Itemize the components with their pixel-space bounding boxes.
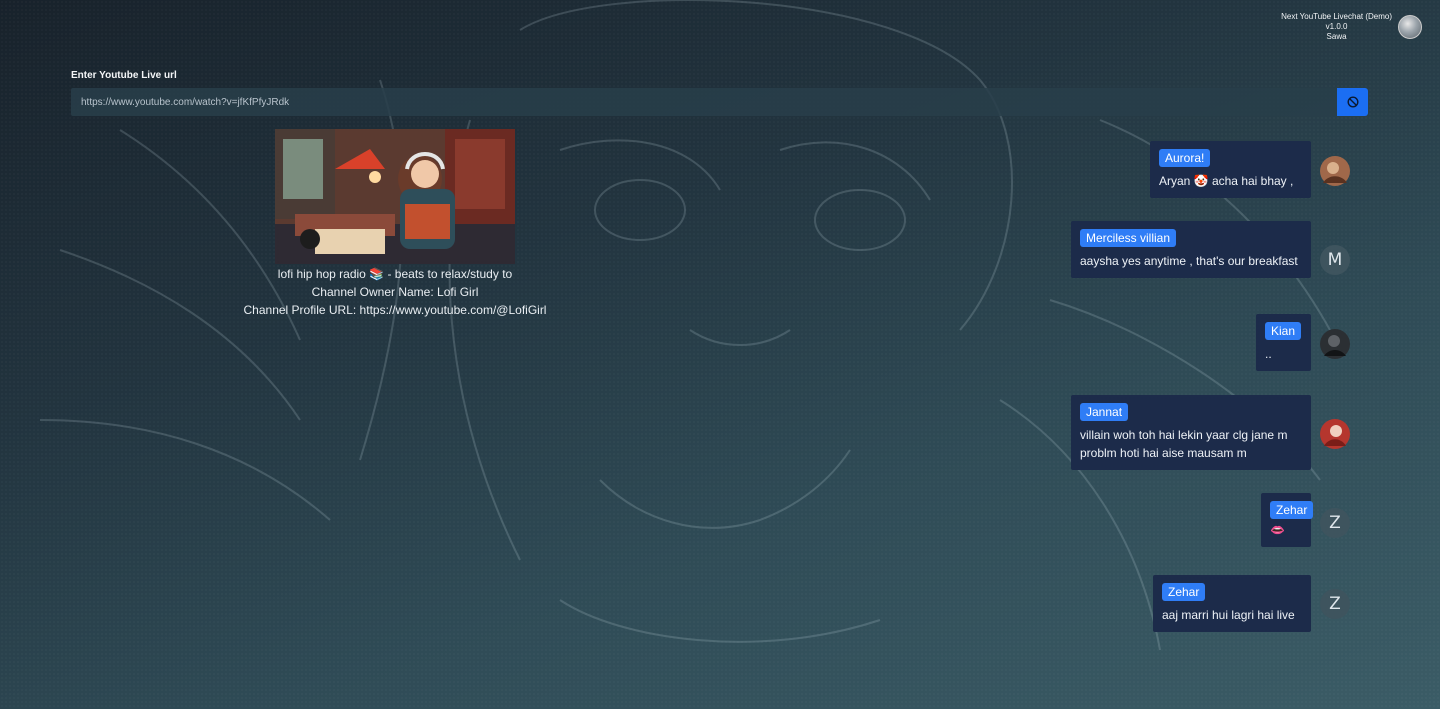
author-badge: Jannat xyxy=(1080,403,1129,421)
message-text: Aryan 🤡 acha hai bhay , xyxy=(1159,174,1294,188)
video-title: lofi hip hop radio 📚 - beats to relax/st… xyxy=(277,267,513,281)
channel-profile-url: Channel Profile URL: https://www.youtube… xyxy=(243,303,547,317)
message-text: aaj marri hui lagri hai live xyxy=(1162,608,1295,622)
message-text: villain woh toh hai lekin yaar clg jane … xyxy=(1080,428,1288,460)
video-thumbnail[interactable] xyxy=(275,129,515,264)
message-text: 👄 xyxy=(1270,523,1285,537)
url-input[interactable] xyxy=(71,88,1337,116)
url-form xyxy=(71,88,1368,116)
chat-avatar: Z xyxy=(1320,589,1350,619)
chat-message: Aurora! Aryan 🤡 acha hai bhay , xyxy=(1150,141,1311,198)
stop-button[interactable] xyxy=(1337,88,1368,116)
chat-avatar: Z xyxy=(1320,508,1350,538)
url-label: Enter Youtube Live url xyxy=(71,70,177,81)
app-version: v1.0.0 xyxy=(1325,22,1348,31)
author-badge: Zehar xyxy=(1162,583,1206,601)
app-title: Next YouTube Livechat (Demo) xyxy=(1281,12,1392,21)
chat-avatar: M xyxy=(1320,245,1350,275)
message-text: aaysha yes anytime , that's our breakfas… xyxy=(1080,254,1298,268)
chat-message: Zehar 👄 xyxy=(1261,493,1314,547)
video-info: lofi hip hop radio 📚 - beats to relax/st… xyxy=(195,129,595,319)
user-avatar[interactable] xyxy=(1398,15,1422,39)
app-header: Next YouTube Livechat (Demo) v1.0.0 Sawa xyxy=(1281,12,1422,42)
channel-owner: Channel Owner Name: Lofi Girl xyxy=(311,285,479,299)
message-text: .. xyxy=(1265,347,1272,361)
chat-message: Jannat villain woh toh hai lekin yaar cl… xyxy=(1071,395,1311,470)
chat-message: Zehar aaj marri hui lagri hai live xyxy=(1153,575,1311,632)
author-badge: Aurora! xyxy=(1159,149,1211,167)
author-badge: Zehar xyxy=(1270,501,1314,519)
chat-message: Merciless villian aaysha yes anytime , t… xyxy=(1071,221,1311,278)
author-badge: Kian xyxy=(1265,322,1302,340)
chat-avatar xyxy=(1320,419,1350,449)
author-badge: Merciless villian xyxy=(1080,229,1177,247)
chat-avatar xyxy=(1320,329,1350,359)
ban-icon xyxy=(1346,96,1359,108)
app-meta: Next YouTube Livechat (Demo) v1.0.0 Sawa xyxy=(1281,12,1392,42)
app-user: Sawa xyxy=(1326,32,1347,41)
chat-message: Kian .. xyxy=(1256,314,1311,371)
chat-avatar xyxy=(1320,156,1350,186)
